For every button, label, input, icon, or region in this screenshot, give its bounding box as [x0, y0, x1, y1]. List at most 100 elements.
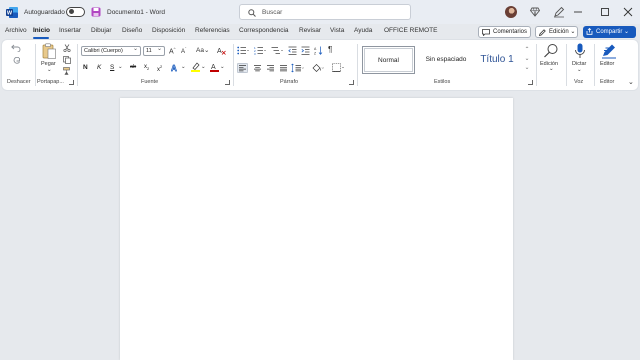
align-center-icon[interactable]	[252, 63, 263, 73]
styles-gallery: Normal Sin espaciado Título 1	[360, 44, 530, 76]
tab-dibujar[interactable]: Dibujar	[91, 27, 112, 34]
share-button[interactable]: Compartir ⌄	[583, 26, 636, 38]
shading-icon[interactable]	[312, 63, 324, 73]
title-bar: W Autoguardado Documento1 - Word	[0, 0, 640, 24]
maximize-icon[interactable]	[598, 5, 612, 19]
font-size-dropdown[interactable]: 11	[143, 46, 165, 56]
search-icon	[248, 8, 256, 17]
shrink-font-icon[interactable]: Aˇ	[181, 46, 186, 55]
tab-inicio[interactable]: Inicio	[33, 27, 50, 34]
format-painter-icon[interactable]	[63, 67, 71, 75]
chevron-up-icon[interactable]: ⌃	[523, 46, 531, 55]
tab-ayuda[interactable]: Ayuda	[354, 27, 372, 34]
redo-icon[interactable]	[11, 57, 21, 65]
decrease-indent-icon[interactable]	[288, 46, 297, 55]
bold-icon[interactable]: N	[83, 64, 88, 71]
subscript-icon[interactable]: x2	[144, 64, 149, 71]
increase-indent-icon[interactable]	[301, 46, 310, 55]
designer-pen-icon[interactable]	[553, 6, 565, 18]
sort-icon[interactable]: AZ	[314, 46, 323, 55]
paragraph-launcher[interactable]	[349, 80, 354, 85]
document-page[interactable]	[120, 98, 513, 360]
underline-icon[interactable]: S	[110, 64, 114, 71]
more-styles-icon[interactable]: ⌄	[523, 64, 531, 73]
chevron-down-icon[interactable]: ⌄	[220, 64, 225, 70]
change-case-icon[interactable]: Aa⌄	[196, 46, 209, 54]
chevron-down-icon: ⌄	[622, 29, 630, 35]
comments-button[interactable]: Comentarios	[478, 26, 531, 38]
undo-icon[interactable]	[11, 44, 21, 52]
tab-correspondencia[interactable]: Correspondencia	[239, 27, 289, 34]
cut-icon[interactable]	[63, 44, 71, 52]
styles-gallery-scroll[interactable]: ⌃ ⌄ ⌄	[523, 46, 531, 74]
text-effects-icon[interactable]: A	[171, 63, 180, 72]
tab-archivo[interactable]: Archivo	[5, 27, 27, 34]
align-left-icon[interactable]	[237, 63, 248, 73]
editor-icon[interactable]	[601, 43, 617, 59]
chevron-down-icon[interactable]: ⌄	[577, 67, 582, 73]
group-divider	[536, 44, 537, 86]
minimize-icon[interactable]	[571, 5, 585, 19]
clear-formatting-icon[interactable]: A	[217, 46, 226, 55]
chevron-down-icon[interactable]: ⌄	[118, 64, 123, 70]
superscript-icon[interactable]: x2	[157, 64, 162, 73]
svg-text:A: A	[217, 48, 222, 55]
bullets-icon[interactable]	[237, 46, 249, 55]
justify-icon[interactable]	[278, 63, 289, 73]
paste-icon[interactable]	[42, 43, 56, 59]
copy-icon[interactable]	[63, 56, 71, 64]
tab-disposicion[interactable]: Disposición	[152, 27, 185, 34]
collapse-ribbon-icon[interactable]: ⌄	[628, 78, 634, 86]
close-icon[interactable]	[621, 5, 635, 19]
multilevel-list-icon[interactable]	[271, 46, 283, 55]
group-divider	[77, 44, 78, 86]
italic-icon[interactable]: K	[97, 64, 101, 71]
clipboard-launcher[interactable]	[69, 80, 74, 85]
microphone-icon[interactable]	[574, 43, 586, 59]
borders-icon[interactable]	[332, 63, 345, 73]
style-no-spacing[interactable]: Sin espaciado	[418, 46, 474, 74]
font-color-icon[interactable]: A	[210, 62, 219, 72]
chevron-down-icon[interactable]: ⌄	[181, 64, 186, 70]
svg-text:A: A	[211, 64, 216, 71]
font-launcher[interactable]	[225, 80, 230, 85]
chevron-down-icon[interactable]: ⌄	[523, 55, 531, 64]
autosave-label: Autoguardado	[24, 9, 65, 16]
premium-diamond-icon[interactable]	[530, 7, 540, 17]
group-label-voice: Voz	[574, 79, 584, 85]
numbering-icon[interactable]: 123	[254, 46, 266, 55]
svg-text:W: W	[7, 11, 13, 17]
find-icon[interactable]	[543, 43, 559, 59]
tab-diseno[interactable]: Diseño	[122, 27, 142, 34]
align-right-icon[interactable]	[265, 63, 276, 73]
editor-label[interactable]: Editor	[600, 61, 614, 67]
chevron-down-icon[interactable]: ⌄	[201, 64, 206, 70]
group-divider	[594, 44, 595, 86]
font-name-dropdown[interactable]: Calibri (Cuerpo)	[81, 46, 141, 56]
tab-revisar[interactable]: Revisar	[299, 27, 321, 34]
style-normal[interactable]: Normal	[362, 46, 415, 74]
search-box[interactable]	[239, 4, 411, 20]
line-spacing-icon[interactable]	[291, 63, 304, 73]
strikethrough-icon[interactable]: ab	[130, 64, 136, 70]
styles-launcher[interactable]	[528, 80, 533, 85]
show-marks-icon[interactable]: ¶	[328, 45, 332, 54]
group-divider	[233, 44, 234, 86]
grow-font-icon[interactable]: A^	[169, 46, 176, 55]
avatar[interactable]	[505, 6, 517, 18]
tab-office-remote[interactable]: OFFICE REMOTE	[384, 27, 437, 34]
chevron-down-icon[interactable]: ⌄	[549, 66, 554, 72]
save-icon[interactable]	[91, 7, 101, 17]
svg-text:A: A	[171, 64, 177, 72]
autosave-toggle[interactable]	[66, 7, 85, 17]
group-divider	[566, 44, 567, 86]
group-label-paragraph: Párrafo	[280, 79, 299, 85]
tab-referencias[interactable]: Referencias	[195, 27, 230, 34]
highlight-color-icon[interactable]	[191, 62, 200, 72]
tab-vista[interactable]: Vista	[330, 27, 344, 34]
tab-insertar[interactable]: Insertar	[59, 27, 81, 34]
style-heading-1[interactable]: Título 1	[476, 46, 518, 74]
editing-mode-button[interactable]: Edición ⌄	[535, 26, 578, 38]
search-input[interactable]	[262, 7, 402, 17]
chevron-down-icon[interactable]: ⌄	[47, 67, 52, 73]
